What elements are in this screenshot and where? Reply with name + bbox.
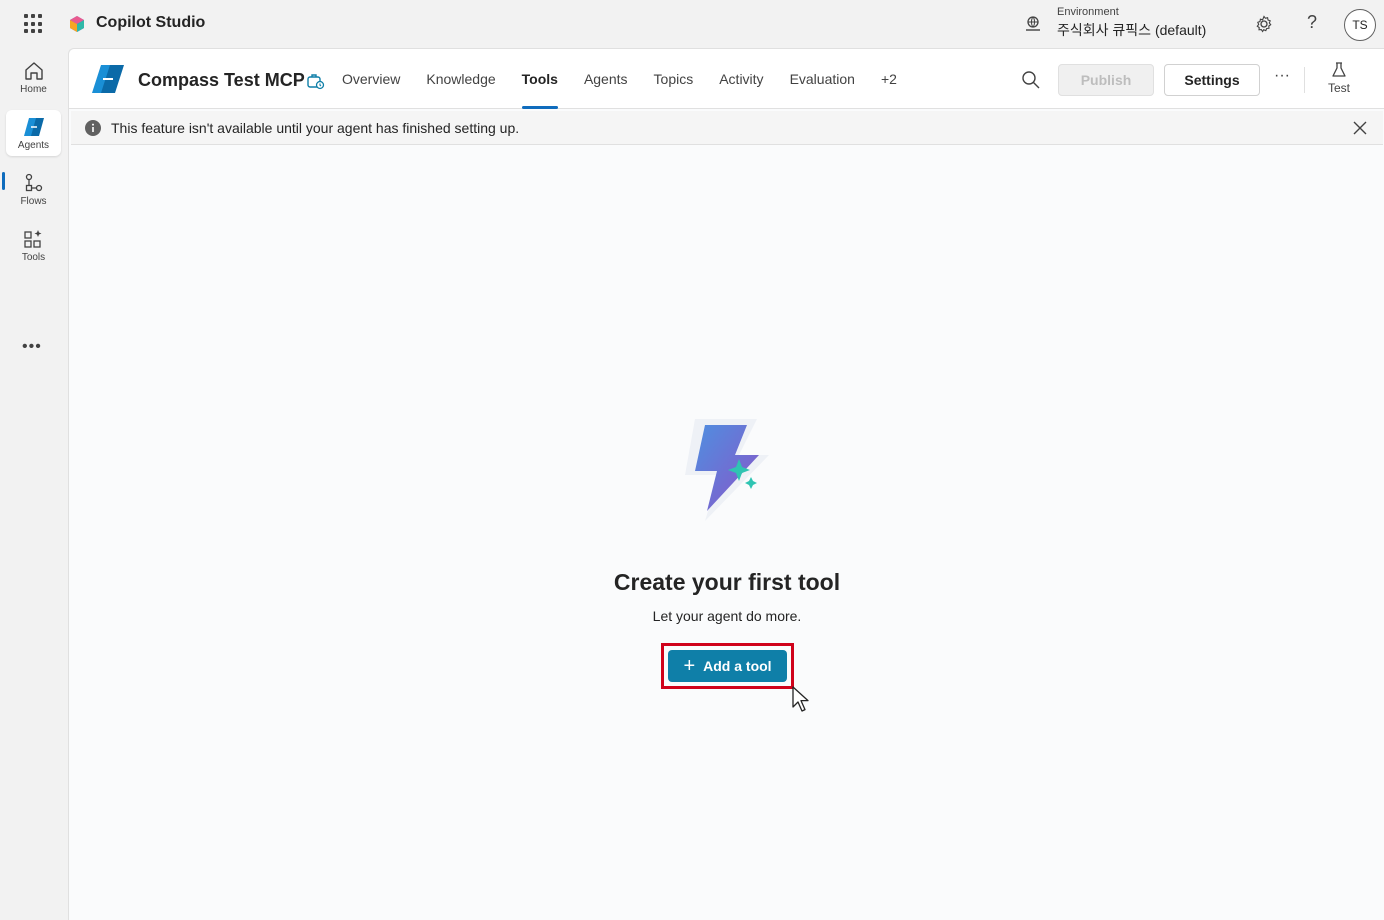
flows-icon: [25, 173, 42, 192]
rail-active-indicator: [2, 172, 5, 190]
rail-item-label: Home: [20, 84, 47, 95]
home-icon: [24, 62, 43, 80]
notification-bar: This feature isn't available until your …: [71, 111, 1383, 145]
info-icon: [85, 120, 101, 136]
avatar[interactable]: TS: [1344, 9, 1376, 41]
more-options-button[interactable]: ···: [1271, 67, 1293, 89]
tools-icon: [23, 230, 41, 248]
tab-activity[interactable]: Activity: [706, 49, 776, 109]
agent-tabs: Overview Knowledge Tools Agents Topics A…: [329, 49, 910, 109]
top-app-bar: Copilot Studio Environment 주식회사 큐픽스 (def…: [0, 0, 1384, 48]
test-button[interactable]: Test: [1321, 59, 1357, 99]
main-panel: Compass Test MCP Overview Knowledge Tool…: [68, 48, 1384, 920]
publish-button[interactable]: Publish: [1058, 64, 1154, 96]
empty-state-title: Create your first tool: [613, 569, 841, 595]
tab-overview[interactable]: Overview: [329, 49, 413, 109]
help-icon[interactable]: ?: [1302, 12, 1322, 34]
rail-item-label: Tools: [21, 252, 46, 263]
rail-item-tools[interactable]: Tools: [6, 222, 61, 268]
settings-button[interactable]: Settings: [1164, 64, 1260, 96]
tab-topics[interactable]: Topics: [641, 49, 707, 109]
add-tool-button[interactable]: + Add a tool: [668, 650, 787, 682]
environment-selector[interactable]: 주식회사 큐픽스 (default): [1057, 20, 1206, 40]
environment-label: Environment: [1057, 6, 1119, 18]
notification-text: This feature isn't available until your …: [111, 120, 520, 136]
copilot-studio-logo-icon: [70, 16, 84, 32]
rail-item-agents[interactable]: Agents: [6, 110, 61, 156]
left-rail: Home Agents Flows Tools •••: [0, 48, 68, 920]
rail-item-home[interactable]: Home: [6, 54, 61, 100]
rail-item-label: Flows: [20, 196, 47, 207]
app-title: Copilot Studio: [96, 14, 206, 31]
agent-name: Compass Test MCP: [138, 70, 305, 90]
agent-logo-icon: [92, 65, 124, 93]
environment-icon[interactable]: [1023, 15, 1043, 33]
empty-state-subtitle: Let your agent do more.: [652, 608, 802, 624]
close-icon[interactable]: [1351, 119, 1369, 137]
more-icon[interactable]: •••: [22, 338, 42, 356]
rail-item-label: Agents: [17, 140, 50, 151]
tab-tools[interactable]: Tools: [509, 49, 571, 109]
agent-header: Compass Test MCP Overview Knowledge Tool…: [69, 49, 1384, 109]
beaker-icon: [1332, 62, 1346, 77]
app-launcher-icon[interactable]: [24, 14, 44, 34]
agent-status-icon[interactable]: [305, 71, 325, 91]
search-icon[interactable]: [1021, 70, 1041, 90]
add-tool-label: Add a tool: [703, 658, 772, 674]
test-label: Test: [1327, 81, 1350, 95]
plus-icon: +: [683, 655, 696, 677]
tab-agents[interactable]: Agents: [571, 49, 641, 109]
agents-icon: [23, 118, 44, 136]
tab-evaluation[interactable]: Evaluation: [777, 49, 868, 109]
lightning-tool-illustration-icon: [685, 419, 769, 521]
tab-overflow[interactable]: +2: [868, 49, 910, 109]
mouse-cursor-icon: [792, 686, 809, 712]
gear-icon[interactable]: [1254, 14, 1274, 34]
divider: [1304, 67, 1305, 93]
rail-item-flows[interactable]: Flows: [6, 166, 61, 212]
tab-knowledge[interactable]: Knowledge: [413, 49, 508, 109]
